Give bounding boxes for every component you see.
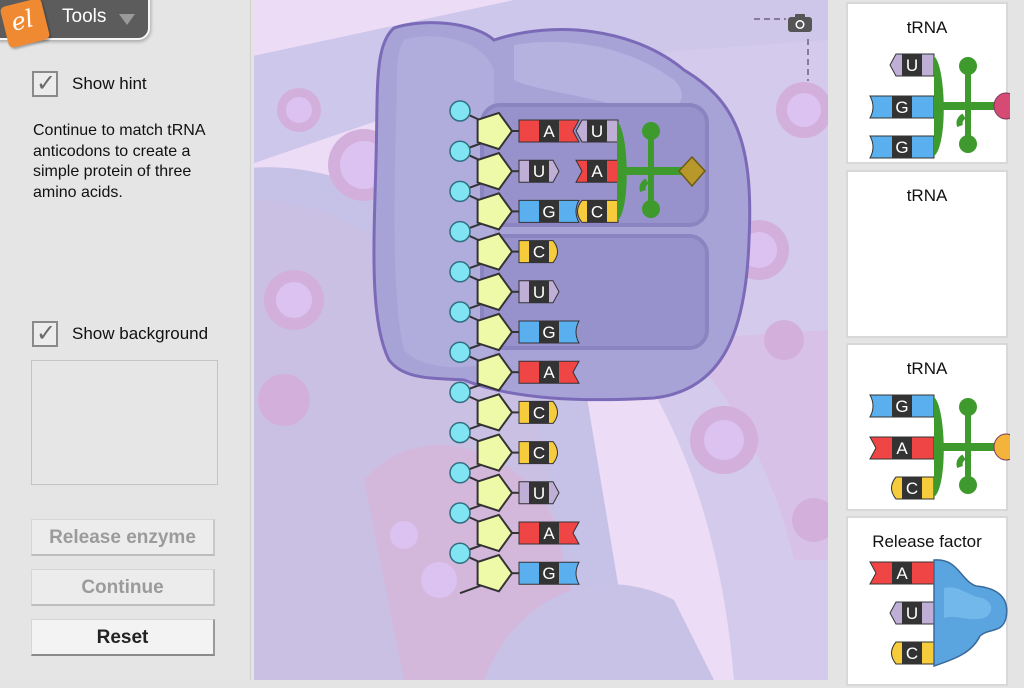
base-letter: G	[895, 138, 908, 157]
release-factor-molecule[interactable]: A U C	[848, 518, 1010, 688]
base-letter: C	[533, 243, 545, 262]
mrna-base-A: A	[518, 521, 580, 545]
trna-molecule[interactable]: G A C	[848, 345, 1010, 513]
checkmark-icon: ✓	[36, 319, 57, 347]
anticodon-base-C: C	[891, 476, 935, 500]
trna-card-2-empty[interactable]: tRNA	[846, 170, 1008, 338]
show-hint-checkbox[interactable]: ✓	[32, 69, 58, 97]
base-letter: A	[543, 122, 555, 141]
base-letter: A	[896, 439, 908, 458]
checkmark-icon: ✓	[36, 69, 57, 97]
phosphate	[449, 421, 471, 444]
simulation-scene: A U G C U G A C C U A G U A C	[254, 0, 828, 680]
base-letter: U	[906, 56, 918, 75]
mrna-base-U: U	[518, 481, 560, 505]
trna-d-loop	[959, 398, 977, 416]
show-hint-checkbox-row[interactable]: ✓ Show hint	[32, 69, 147, 97]
trna-card-3[interactable]: tRNA GAC	[846, 343, 1010, 513]
triangle-down-icon	[119, 14, 135, 25]
mrna-base-A: A	[518, 119, 580, 143]
phosphate	[449, 542, 471, 564]
release-factor-base-U: U	[889, 601, 935, 625]
release-factor-card[interactable]: Release factor AUC	[846, 516, 1008, 686]
phosphate	[449, 180, 471, 203]
trna-t-loop	[959, 135, 977, 153]
anticodon-base-A: A	[869, 436, 935, 460]
amino-acid	[993, 433, 1010, 461]
phosphate	[449, 100, 471, 122]
explorelearning-logo[interactable]: el	[0, 0, 51, 49]
tools-label: Tools	[62, 6, 107, 27]
mrna-base-C: C	[518, 400, 558, 424]
base-letter: U	[533, 162, 545, 181]
anticodon-base-G: G	[869, 95, 935, 119]
base-letter: U	[533, 283, 545, 302]
mrna-base-C: C	[518, 240, 558, 264]
base-letter: G	[542, 564, 555, 583]
base-letter: G	[895, 397, 908, 416]
simulation-canvas[interactable]: A U G C U G A C C U A G U A C	[254, 0, 828, 680]
phosphate	[449, 301, 471, 323]
anticodon-base-G: G	[869, 394, 935, 418]
mrna-base-A: A	[518, 360, 580, 384]
base-letter: A	[896, 564, 908, 583]
phosphate	[449, 341, 471, 363]
anticodon-base-U: U	[889, 53, 935, 77]
mrna-base-U: U	[518, 280, 560, 304]
reset-button[interactable]: Reset	[31, 619, 215, 656]
release-factor-base-C: C	[891, 641, 935, 665]
mrna-base-C: C	[518, 441, 558, 465]
trna-t-loop	[959, 476, 977, 494]
anticodon-base-A: A	[575, 159, 619, 183]
continue-button[interactable]: Continue	[31, 569, 215, 606]
hint-text: Continue to match tRNA anticodons to cre…	[33, 122, 205, 201]
trna-d-loop	[642, 122, 660, 140]
card-title: tRNA	[906, 186, 948, 205]
mrna-base-U: U	[518, 159, 560, 183]
phosphate	[449, 140, 471, 162]
show-background-checkbox[interactable]: ✓	[32, 319, 58, 347]
logo-text: el	[8, 4, 37, 37]
anticodon-base-U: U	[575, 119, 619, 143]
base-letter: A	[543, 363, 555, 382]
left-control-panel: Tools el ✓ Show hint Continue to match t…	[0, 0, 251, 680]
base-letter: U	[591, 122, 603, 141]
anticodon-base-G: G	[869, 135, 935, 159]
background-preview-box	[31, 360, 218, 485]
trna-d-loop	[959, 57, 977, 75]
base-letter: G	[542, 202, 555, 221]
show-background-checkbox-row[interactable]: ✓ Show background	[32, 319, 209, 347]
release-factor-base-A: A	[869, 561, 935, 585]
trna-t-loop	[642, 200, 660, 218]
base-letter: U	[906, 604, 918, 623]
base-letter: G	[542, 323, 555, 342]
base-letter: U	[533, 484, 545, 503]
base-letter: C	[533, 444, 545, 463]
base-letter: C	[591, 202, 603, 221]
phosphate	[449, 261, 471, 283]
trna-molecule[interactable]: U G G	[848, 4, 1010, 166]
mrna-base-G: G	[518, 320, 580, 344]
show-hint-label: Show hint	[72, 74, 147, 93]
anticodon-base-C: C	[577, 199, 619, 223]
phosphate	[449, 462, 471, 484]
right-tray-panel: tRNA UGG tRNA tRNA GAC Release factor AU…	[836, 0, 1024, 686]
mrna-base-G: G	[518, 561, 580, 585]
mrna-base-G: G	[518, 199, 580, 223]
show-background-label: Show background	[72, 324, 209, 343]
base-letter: C	[906, 479, 918, 498]
phosphate	[449, 502, 471, 524]
phosphate	[449, 220, 471, 243]
base-letter: C	[533, 403, 545, 422]
base-letter: G	[895, 98, 908, 117]
screenshot-crop-guide	[754, 18, 809, 81]
base-letter: A	[591, 162, 603, 181]
amino-acid	[993, 92, 1010, 120]
base-letter: A	[543, 524, 555, 543]
base-letter: C	[906, 644, 918, 663]
release-enzyme-button[interactable]: Release enzyme	[31, 519, 215, 556]
trna-card-1[interactable]: tRNA UGG	[846, 2, 1010, 166]
phosphate	[449, 381, 471, 404]
